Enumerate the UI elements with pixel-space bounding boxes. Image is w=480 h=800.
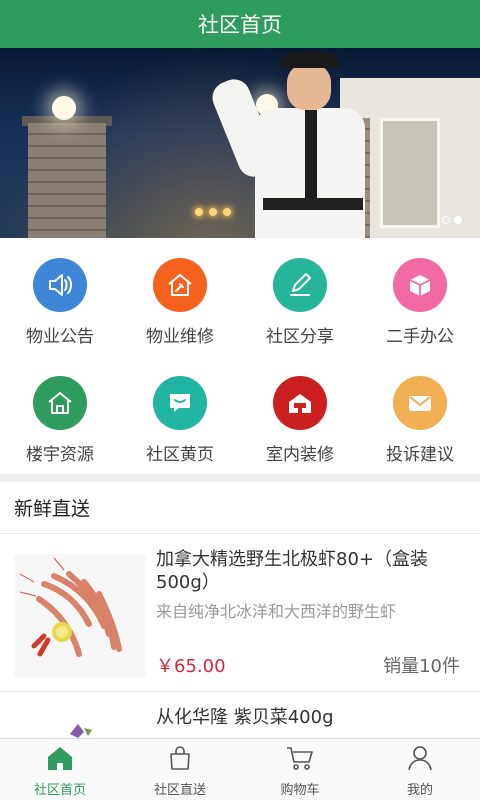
title-bar: 社区首页 <box>0 0 480 48</box>
section-title: 新鲜直送 <box>0 482 480 534</box>
service-item-complaint[interactable]: 投诉建议 <box>360 356 480 474</box>
tab-label: 社区直送 <box>153 783 206 798</box>
banner-lamp <box>52 96 76 120</box>
section-divider <box>0 474 480 482</box>
tab-profile[interactable]: 我的 <box>360 739 480 800</box>
banner-carousel[interactable] <box>0 48 480 238</box>
product-sales: 销量10件 <box>383 656 460 677</box>
banner-pillar-left <box>28 123 106 238</box>
banner-security-guard-photo <box>207 48 375 238</box>
user-icon <box>406 745 434 775</box>
product-name: 从化华隆 紫贝菜400g <box>156 707 334 728</box>
service-item-share[interactable]: 社区分享 <box>240 238 360 356</box>
page-title: 社区首页 <box>198 13 282 37</box>
shopping-bag-icon <box>166 745 194 775</box>
product-card[interactable]: 加拿大精选野生北极虾80+（盒装500g） 来自纯净北冰洋和大西洋的野生虾 ￥6… <box>0 534 480 692</box>
tab-delivery[interactable]: 社区直送 <box>120 739 240 800</box>
service-label: 物业公告 <box>26 327 94 347</box>
product-price: ￥65.00 <box>156 656 226 677</box>
service-item-announcement[interactable]: 物业公告 <box>0 238 120 356</box>
carousel-dot-1[interactable] <box>442 216 450 224</box>
service-item-secondhand[interactable]: 二手办公 <box>360 238 480 356</box>
service-label: 楼宇资源 <box>26 445 94 465</box>
service-label: 社区分享 <box>266 327 334 347</box>
service-label: 社区黄页 <box>146 445 214 465</box>
tab-label: 购物车 <box>280 783 320 798</box>
tab-home[interactable]: 社区首页 <box>0 739 120 800</box>
tab-cart[interactable]: 购物车 <box>240 739 360 800</box>
tab-label: 我的 <box>406 783 433 798</box>
service-item-decoration[interactable]: 室内装修 <box>240 356 360 474</box>
service-item-yellowpages[interactable]: 社区黄页 <box>120 356 240 474</box>
service-item-repair[interactable]: 物业维修 <box>120 238 240 356</box>
house-decor-icon <box>273 376 327 430</box>
home-icon <box>46 745 74 775</box>
product-desc: 来自纯净北冰洋和大西洋的野生虾 <box>156 602 397 621</box>
service-label: 投诉建议 <box>386 445 454 465</box>
service-label: 二手办公 <box>386 327 454 347</box>
service-label: 室内装修 <box>266 445 334 465</box>
mail-icon <box>393 376 447 430</box>
service-grid: 物业公告 物业维修 社区分享 二手办公 楼宇资源 社区黄页 室内装修 投诉建议 <box>0 238 480 474</box>
carousel-dot-2[interactable] <box>454 216 462 224</box>
home-icon <box>33 376 87 430</box>
product-name: 加拿大精选野生北极虾80+（盒装500g） <box>156 549 428 593</box>
cart-icon <box>285 745 315 775</box>
chat-bubble-icon <box>153 376 207 430</box>
bottom-tab-bar: 社区首页 社区直送 购物车 我的 <box>0 738 480 800</box>
speaker-icon <box>33 258 87 312</box>
service-item-building[interactable]: 楼宇资源 <box>0 356 120 474</box>
house-repair-icon <box>153 258 207 312</box>
box-icon <box>393 258 447 312</box>
product-image-shrimp <box>14 554 146 678</box>
service-label: 物业维修 <box>146 327 214 347</box>
carousel-indicator[interactable] <box>442 216 462 224</box>
edit-pencil-icon <box>273 258 327 312</box>
section-title-text: 新鲜直送 <box>14 498 91 520</box>
tab-label: 社区首页 <box>33 783 86 798</box>
